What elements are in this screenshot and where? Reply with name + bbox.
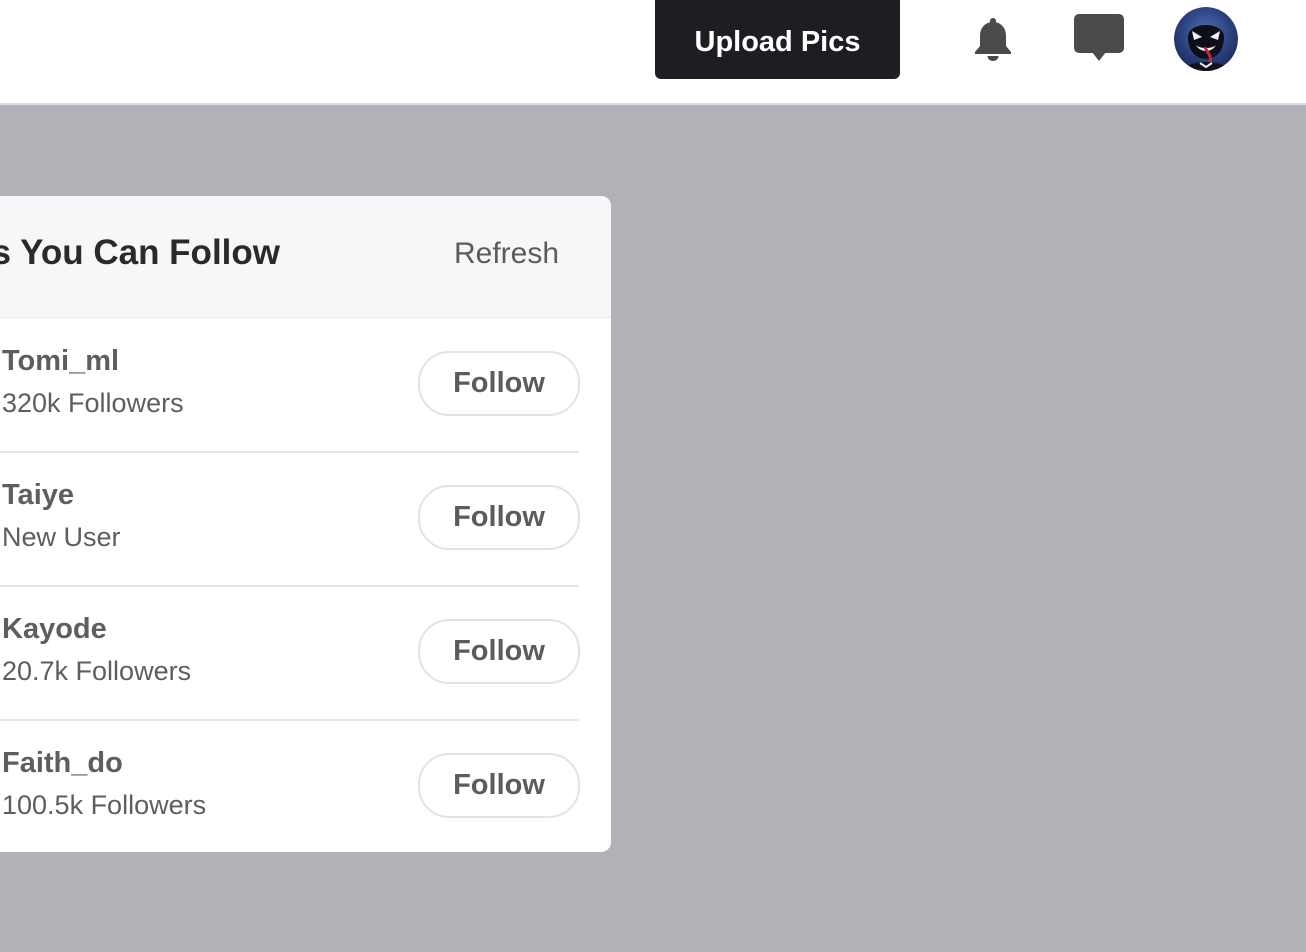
who-to-follow-card: s You Can Follow Refresh Tomi_ml 320k Fo… [0, 196, 611, 852]
top-navigation-bar: Upload Pics [0, 0, 1306, 105]
card-header: s You Can Follow Refresh [0, 196, 611, 318]
follower-count: 20.7k Followers [2, 656, 192, 686]
follow-button[interactable]: Follow [418, 619, 580, 684]
follower-count: 100.5k Followers [2, 790, 207, 820]
chat-icon[interactable] [1072, 14, 1126, 64]
list-item: Kayode 20.7k Followers Follow [0, 585, 580, 721]
follower-count: New User [2, 522, 121, 552]
list-item: Faith_do 100.5k Followers Follow [0, 719, 580, 852]
user-name[interactable]: Faith_do [2, 747, 123, 780]
follow-button[interactable]: Follow [418, 351, 580, 416]
list-item: Taiye New User Follow [0, 451, 580, 587]
card-title: s You Can Follow [0, 233, 280, 272]
avatar[interactable] [1174, 7, 1238, 71]
user-name[interactable]: Taiye [2, 479, 74, 512]
upload-pics-button[interactable]: Upload Pics [655, 0, 900, 79]
user-name[interactable]: Tomi_ml [2, 345, 119, 378]
user-name[interactable]: Kayode [2, 613, 107, 646]
follow-button[interactable]: Follow [418, 485, 580, 550]
follower-count: 320k Followers [2, 388, 184, 418]
list-item: Tomi_ml 320k Followers Follow [0, 317, 580, 453]
refresh-link[interactable]: Refresh [454, 237, 559, 271]
bell-icon[interactable] [972, 16, 1014, 62]
follow-button[interactable]: Follow [418, 753, 580, 818]
